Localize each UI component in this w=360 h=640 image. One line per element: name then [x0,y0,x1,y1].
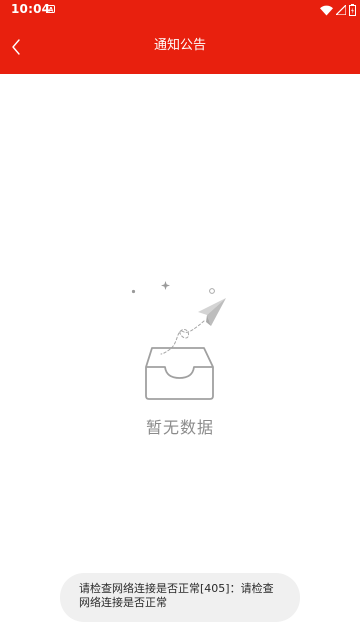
battery-icon [349,4,356,16]
app-bar: 通知公告 [0,20,360,74]
cell-signal-icon [336,5,346,15]
svg-text:A: A [49,6,54,13]
toast-message: 请检查网络连接是否正常[405]：请检查网络连接是否正常 [79,582,274,609]
empty-inbox-illustration [131,281,226,400]
status-icons [320,3,356,17]
screen: 10:04 A 通知公告 暂无数据 请检查网络连接是否正常[405]：请检查网络… [0,0,360,640]
error-toast: 请检查网络连接是否正常[405]：请检查网络连接是否正常 [60,573,300,622]
empty-state-text: 暂无数据 [145,418,214,437]
status-bar: 10:04 A [0,0,360,20]
notification-a-icon: A [47,5,55,13]
wifi-icon [320,5,333,15]
status-time: 10:04 [11,2,51,16]
page-title: 通知公告 [153,38,206,53]
